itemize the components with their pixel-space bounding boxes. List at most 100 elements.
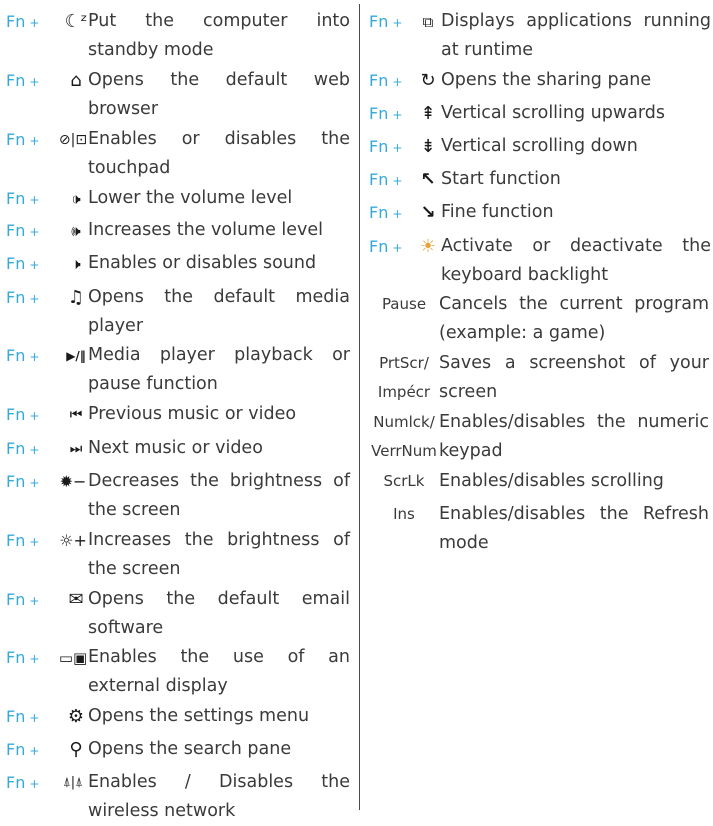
search-icon: ⚲ <box>69 739 83 760</box>
fn-key-label: Fn <box>369 170 389 189</box>
fn-key-label: Fn <box>369 203 389 222</box>
keyboard-backlight-icon: ☀ <box>419 236 437 257</box>
scroll-up-icon: ⇞ <box>420 103 436 124</box>
shortcut-row-play-pause: Fn + ▶/‖ Media player playback or pause f… <box>6 344 350 399</box>
shortcut-row-brightness-up: Fn + ☼+ Increases the brightness of the s… <box>6 529 350 584</box>
fn-key-label: Fn <box>6 648 26 667</box>
shortcut-description: Saves a screenshot of your screen <box>439 353 709 402</box>
start-arrow-icon: ↖ <box>420 169 436 190</box>
shortcut-row-next: Fn + ⏭ Next music or video <box>6 437 350 463</box>
running-apps-icon: ⧉ <box>422 13 434 31</box>
fn-key-label: Fn <box>6 740 26 759</box>
shortcut-row-sharing: Fn + ↻ Opens the sharing pane <box>369 69 711 95</box>
fn-key-label: Fn <box>369 12 389 31</box>
shortcut-description: Media player playback or pause function <box>88 345 350 394</box>
fn-key-label: Fn <box>6 773 26 792</box>
shortcut-description: Activate or deactivate the keyboard back… <box>441 236 711 285</box>
key-label-scrlk: ScrLk <box>383 472 425 490</box>
music-note-icon: ♫ <box>67 287 85 308</box>
shortcut-row-volume-up: Fn + 🕪 Increases the volume level <box>6 219 350 245</box>
fn-key-label: Fn <box>6 531 26 550</box>
scroll-down-icon: ⇟ <box>420 136 436 157</box>
shortcut-row-end: Fn + ↘ Fine function <box>369 201 711 227</box>
fn-key-label: Fn <box>6 189 26 208</box>
previous-track-icon: ⏮ <box>69 407 83 423</box>
shortcut-row-volume-down: Fn + 🕩 Lower the volume level <box>6 187 350 213</box>
shortcut-row-scroll-up: Fn + ⇞ Vertical scrolling upwards <box>369 102 711 128</box>
key-label-prtscr: PrtScr/ Impécr <box>377 354 431 401</box>
fn-key-label: Fn <box>369 237 389 256</box>
fn-key-label: Fn <box>369 137 389 156</box>
key-label-ins: Ins <box>393 505 415 523</box>
shortcut-description: Opens the default web browser <box>88 70 350 119</box>
shortcut-description: Lower the volume level <box>88 188 293 208</box>
shortcut-row-scroll-down: Fn + ⇟ Vertical scrolling down <box>369 135 711 161</box>
shortcut-row-ins: Ins Enables/disables the Refresh mode <box>369 503 709 558</box>
shortcut-description: Enables/disables scrolling <box>439 471 664 491</box>
shortcut-row-backlight: Fn + ☀ Activate or deactivate the keyboar… <box>369 235 711 290</box>
touchpad-toggle-icon: ⊘|⊡ <box>58 132 88 148</box>
shortcut-description: Fine function <box>441 202 554 222</box>
shortcut-description: Enables/disables the numeric keypad <box>439 412 709 461</box>
shortcut-row-standby: Fn + ☾ᶻ Put the computer into standby mod… <box>6 10 350 65</box>
shortcut-description: Displays applications running at runtime <box>441 11 711 60</box>
end-arrow-icon: ↘ <box>420 202 436 223</box>
shortcut-description: Decreases the brightness of the screen <box>88 471 350 520</box>
shortcut-description: Opens the settings menu <box>88 706 310 726</box>
fn-key-label: Fn <box>6 472 26 491</box>
shortcut-row-touchpad: Fn + ⊘|⊡ Enables or disables the touchpad <box>6 128 350 183</box>
shortcut-row-running-apps: Fn + ⧉ Displays applications running at r… <box>369 10 711 65</box>
gear-icon: ⚙ <box>67 706 85 727</box>
share-icon: ↻ <box>420 70 436 91</box>
shortcut-row-brightness-down: Fn + ✹− Decreases the brightness of the s… <box>6 470 350 525</box>
shortcut-description: Cancels the current program (example: a … <box>439 294 709 343</box>
shortcut-row-external-display: Fn + ▭▣ Enables the use of an external di… <box>6 646 350 701</box>
shortcut-row-numlock: Numlck/ VerrNum Enables/disables the num… <box>369 411 709 466</box>
fn-key-label: Fn <box>6 12 26 31</box>
shortcut-description: Opens the default email software <box>88 589 350 638</box>
home-icon: ⌂ <box>70 70 82 91</box>
shortcut-description: Increases the volume level <box>88 220 324 240</box>
fn-key-label: Fn <box>6 71 26 90</box>
shortcut-description: Next music or video <box>88 438 263 458</box>
shortcut-row-start: Fn + ↖ Start function <box>369 168 711 194</box>
shortcut-description: Enables or disables the touchpad <box>88 129 350 178</box>
shortcut-row-browser: Fn + ⌂ Opens the default web browser <box>6 69 350 124</box>
shortcut-row-mute: Fn + 🕨 Enables or disables sound <box>6 252 350 278</box>
shortcut-description: Opens the default media player <box>88 287 350 336</box>
shortcut-row-prtscr: PrtScr/ Impécr Saves a screenshot of you… <box>369 352 709 407</box>
volume-down-icon: 🕩 <box>71 190 81 208</box>
fn-key-label: Fn <box>369 71 389 90</box>
fn-key-label: Fn <box>6 288 26 307</box>
shortcut-description: Put the computer into standby mode <box>88 11 350 60</box>
fn-key-label: Fn <box>6 254 26 273</box>
fn-key-label: Fn <box>6 221 26 240</box>
fn-key-label: Fn <box>6 346 26 365</box>
shortcut-row-previous: Fn + ⏮ Previous music or video <box>6 403 350 429</box>
shortcut-description: Enables / Disables the wireless network <box>88 772 350 821</box>
shortcut-description: Previous music or video <box>88 404 297 424</box>
column-divider <box>359 4 360 810</box>
envelope-icon: ✉ <box>68 589 84 610</box>
shortcut-description: Opens the search pane <box>88 739 292 759</box>
shortcut-description: Start function <box>441 169 561 189</box>
fn-key-label: Fn <box>6 707 26 726</box>
shortcut-row-media-player: Fn + ♫ Opens the default media player <box>6 286 350 341</box>
volume-up-icon: 🕪 <box>71 222 81 240</box>
fn-key-label: Fn <box>6 590 26 609</box>
brightness-down-icon: ✹− <box>59 472 87 491</box>
fn-key-label: Fn <box>6 439 26 458</box>
fn-key-label: Fn <box>6 405 26 424</box>
key-label-pause: Pause <box>381 295 427 313</box>
shortcut-description: Enables or disables sound <box>88 253 317 273</box>
shortcut-row-settings: Fn + ⚙ Opens the settings menu <box>6 705 350 731</box>
shortcut-description: Opens the sharing pane <box>441 70 652 90</box>
moon-standby-icon: ☾ᶻ <box>64 11 88 32</box>
shortcut-description: Enables the use of an external display <box>88 647 350 696</box>
shortcut-row-scrlk: ScrLk Enables/disables scrolling <box>369 470 709 496</box>
shortcut-row-pause: Pause Cancels the current program (examp… <box>369 293 709 348</box>
key-label-numlock: Numlck/ VerrNum <box>371 413 437 460</box>
shortcut-description: Enables/disables the Refresh mode <box>439 504 709 553</box>
shortcut-row-search: Fn + ⚲ Opens the search pane <box>6 738 350 764</box>
fn-key-label: Fn <box>6 130 26 149</box>
